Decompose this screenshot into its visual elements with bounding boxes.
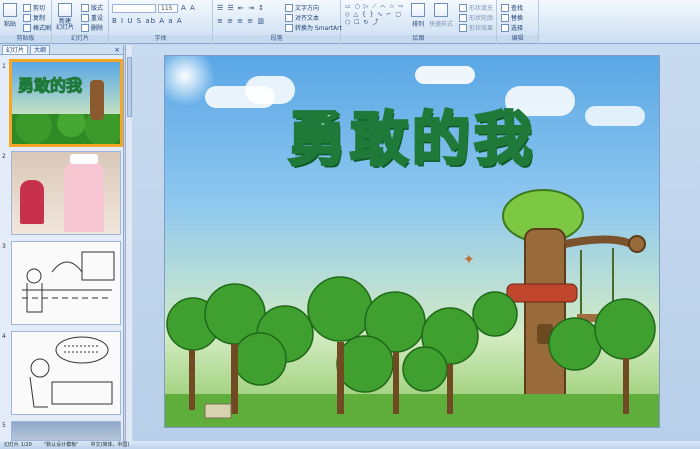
align-text-icon xyxy=(285,13,293,22)
shape-outline-button[interactable]: 形状轮廓 xyxy=(459,13,493,22)
new-slide-button[interactable]: 新建 幻灯片 xyxy=(56,3,74,31)
cloud xyxy=(415,66,475,84)
font-label: 字体 xyxy=(109,35,212,43)
binoculars-icon xyxy=(501,3,509,12)
select-button[interactable]: 选择 xyxy=(501,23,523,32)
find-button[interactable]: 查找 xyxy=(501,3,523,12)
thumb-sketch-drawing xyxy=(22,251,115,313)
outline-icon xyxy=(459,13,467,22)
drawing-label: 绘图 xyxy=(341,35,496,43)
slides-label: 幻灯片 xyxy=(52,35,108,43)
close-icon[interactable]: × xyxy=(114,45,120,54)
new-slide-icon xyxy=(58,3,72,17)
thumb-treehouse xyxy=(90,80,104,120)
layout-button[interactable]: 版式 xyxy=(81,3,103,12)
arrange-button[interactable]: 排列 xyxy=(411,3,425,28)
thumb-number: 5 xyxy=(2,422,6,429)
panel-tabs: 幻灯片 大纲 × xyxy=(0,45,123,55)
thumb-trees xyxy=(12,114,120,144)
thumb-nurse-figure xyxy=(64,160,104,232)
thumbnail-scrollbar[interactable] xyxy=(125,45,132,441)
thumb-number: 2 xyxy=(2,153,6,160)
text-direction-icon xyxy=(285,3,293,12)
font-size-combo[interactable]: 115 xyxy=(158,4,178,13)
copy-button[interactable]: 复制 xyxy=(23,13,45,22)
thumb-number: 4 xyxy=(2,333,6,340)
quick-styles-button[interactable]: 快速样式 xyxy=(429,3,453,28)
language-indicator: 中文(简体，中国) xyxy=(90,442,130,448)
smartart-icon xyxy=(285,23,293,32)
delete-icon xyxy=(81,23,89,32)
paste-button[interactable]: 粘贴 xyxy=(3,3,17,28)
arrange-icon xyxy=(411,3,425,17)
thumb-title: 勇敢的我 xyxy=(17,76,83,96)
tab-slides[interactable]: 幻灯片 xyxy=(2,45,29,54)
paragraph-group: ☰ ☰ ⇤ ⇥ ↕ ≡ ≡ ≡ ≡ ▥ 文字方向 对齐文本 转换为 SmartA… xyxy=(213,0,342,44)
replace-button[interactable]: 替换 xyxy=(501,13,523,22)
thumb-sketch-drawing xyxy=(29,336,113,408)
slides-panel: 幻灯片 大纲 × 1 勇敢的我 2 3 4 5 xyxy=(0,45,124,441)
copy-icon xyxy=(23,13,31,22)
align-text-button[interactable]: 对齐文本 xyxy=(285,13,319,22)
quick-styles-icon xyxy=(434,3,448,17)
fill-icon xyxy=(459,3,467,12)
theme-name: "默认设计模板" xyxy=(43,442,79,448)
brush-icon xyxy=(23,23,31,32)
slide-canvas[interactable]: 勇敢的我 ✦ xyxy=(164,55,660,428)
reset-icon xyxy=(81,13,89,22)
font-name-combo[interactable] xyxy=(112,4,156,13)
slide-workspace: 勇敢的我 ✦ xyxy=(133,45,700,441)
cursor-icon xyxy=(501,23,509,32)
layout-icon xyxy=(81,3,89,12)
slide-thumbnail-3[interactable] xyxy=(11,241,121,325)
status-bar: 幻灯片 1/20 "默认设计模板" 中文(简体，中国) xyxy=(0,441,700,449)
text-direction-button[interactable]: 文字方向 xyxy=(285,3,319,12)
paragraph-label: 段落 xyxy=(213,35,340,43)
editing-label: 编辑 xyxy=(497,35,538,43)
trees-illustration xyxy=(165,276,659,427)
thumb-number: 3 xyxy=(2,243,6,250)
drawing-group: ▭ ○ ▷ ⟋ ⌒ ☆ ⇨ ◇ △ { } ∿ ⌐ ▢ ⬡ ☐ ↻ ⤴ 排列 快… xyxy=(341,0,497,44)
cut-button[interactable]: 剪切 xyxy=(23,3,45,12)
scissors-icon xyxy=(23,3,31,12)
editing-group: 查找 替换 选择 编辑 xyxy=(497,0,539,44)
ribbon: 粘贴 剪切 复制 格式刷 剪贴板 新建 幻灯片 版式 重设 删除 幻灯片 115… xyxy=(0,0,700,44)
slide-thumbnail-1[interactable]: 勇敢的我 xyxy=(9,59,123,147)
thumb-number: 1 xyxy=(2,63,6,70)
smartart-button[interactable]: 转换为 SmartArt xyxy=(285,23,342,32)
font-style-buttons[interactable]: B I U S ab A a A xyxy=(112,17,183,25)
paste-icon xyxy=(3,3,17,17)
slide-title[interactable]: 勇敢的我 xyxy=(165,92,659,176)
shape-fill-button[interactable]: 形状填充 xyxy=(459,3,493,12)
clipboard-group: 粘贴 剪切 复制 格式刷 剪贴板 xyxy=(0,0,52,44)
slide-counter: 幻灯片 1/20 xyxy=(4,442,32,448)
reset-button[interactable]: 重设 xyxy=(81,13,103,22)
slides-group: 新建 幻灯片 版式 重设 删除 幻灯片 xyxy=(52,0,109,44)
align-buttons[interactable]: ≡ ≡ ≡ ≡ ▥ xyxy=(217,17,265,25)
effects-icon xyxy=(459,23,467,32)
slide-thumbnail-4[interactable] xyxy=(11,331,121,415)
font-grow-shrink-buttons[interactable]: A A xyxy=(181,4,196,12)
slide-thumbnail-2[interactable] xyxy=(11,151,121,235)
delete-slide-button[interactable]: 删除 xyxy=(81,23,103,32)
butterfly-icon: ✦ xyxy=(463,252,475,268)
font-group: 115 A A B I U S ab A a A 字体 xyxy=(109,0,213,44)
replace-icon xyxy=(501,13,509,22)
slide-thumbnail-5[interactable] xyxy=(11,421,121,441)
list-buttons[interactable]: ☰ ☰ ⇤ ⇥ ↕ xyxy=(217,4,265,12)
format-painter-button[interactable]: 格式刷 xyxy=(23,23,51,32)
scrollbar-thumb[interactable] xyxy=(127,57,132,117)
tab-outline[interactable]: 大纲 xyxy=(30,45,51,54)
shape-effects-button[interactable]: 形状效果 xyxy=(459,23,493,32)
thumb-nurse-cap xyxy=(70,154,98,164)
shapes-gallery[interactable]: ▭ ○ ▷ ⟋ ⌒ ☆ ⇨ ◇ △ { } ∿ ⌐ ▢ ⬡ ☐ ↻ ⤴ xyxy=(345,3,405,27)
clipboard-label: 剪贴板 xyxy=(0,35,51,43)
thumb-child-figure xyxy=(20,180,44,224)
